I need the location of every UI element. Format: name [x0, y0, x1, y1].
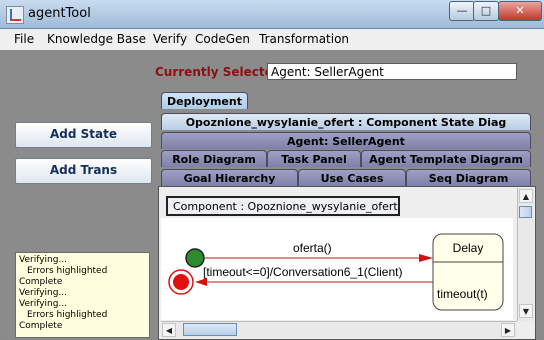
minimize-button[interactable]: —: [449, 1, 475, 21]
tab-component-state-diagram[interactable]: Opoznione_wysylanie_ofert : Component St…: [161, 113, 531, 130]
tab-use-cases[interactable]: Use Cases: [298, 169, 406, 186]
log-line: Verifying...: [19, 288, 68, 298]
tab-role-diagram[interactable]: Role Diagram: [161, 150, 267, 167]
tab-task-panel[interactable]: Task Panel: [267, 150, 361, 167]
vertical-scrollbar[interactable]: ▲ ▼: [517, 188, 534, 321]
end-state-node[interactable]: [173, 274, 189, 290]
tab-goal-hierarchy[interactable]: Goal Hierarchy: [161, 169, 298, 186]
state-delay-name: Delay: [453, 241, 484, 255]
maximize-button[interactable]: □: [473, 1, 499, 21]
left-panel: Add State Add Trans Verifying... Errors …: [3, 52, 153, 338]
transition-label-timeout: [timeout<=0]/Conversation6_1(Client): [203, 265, 402, 279]
tab-deployment[interactable]: Deployment: [161, 92, 248, 109]
log-line: Verifying...: [19, 299, 68, 309]
log-line: Verifying...: [19, 255, 68, 265]
app-window: agentTool — □ ✕ File Knowledge Base Veri…: [0, 0, 544, 340]
scroll-right-button[interactable]: ▶: [501, 323, 515, 337]
log-line: Complete: [19, 277, 63, 287]
diagram-panel: Component : Opoznione_wysylanie_ofert of…: [158, 186, 536, 340]
menu-transformation[interactable]: Transformation: [259, 32, 349, 46]
transition-arrowhead-oferta: [419, 254, 433, 262]
transition-label-oferta: oferta(): [293, 241, 332, 255]
scroll-down-button[interactable]: ▼: [519, 304, 533, 318]
menu-knowledge-base[interactable]: Knowledge Base: [47, 32, 146, 46]
main-body: Add State Add Trans Verifying... Errors …: [3, 52, 541, 340]
menu-codegen[interactable]: CodeGen: [195, 32, 250, 46]
menu-file[interactable]: File: [14, 32, 34, 46]
scroll-left-button[interactable]: ◀: [162, 323, 176, 337]
menu-verify[interactable]: Verify: [153, 32, 187, 46]
tab-agent-selleragent[interactable]: Agent: SellerAgent: [161, 132, 531, 149]
vertical-scroll-thumb[interactable]: [519, 206, 532, 218]
add-trans-button[interactable]: Add Trans: [15, 158, 152, 184]
close-button[interactable]: ✕: [498, 1, 542, 21]
horizontal-scrollbar[interactable]: ◀ ▶: [161, 321, 517, 338]
menu-bar: File Knowledge Base Verify CodeGen Trans…: [0, 29, 544, 50]
message-log: Verifying... Errors highlighted Complete…: [15, 252, 150, 338]
component-label: Component : Opoznione_wysylanie_ofert: [166, 196, 400, 216]
scroll-up-button[interactable]: ▲: [519, 189, 533, 203]
start-state-node[interactable]: [185, 248, 205, 268]
currently-selected-label: Currently Selected: [155, 65, 282, 79]
state-delay-activity: timeout(t): [437, 287, 488, 301]
title-bar: agentTool — □ ✕: [0, 0, 544, 29]
tab-agent-template-diagram[interactable]: Agent Template Diagram: [361, 150, 531, 167]
transition-arrowhead-timeout: [195, 278, 207, 286]
horizontal-scroll-thumb[interactable]: [183, 323, 237, 336]
currently-selected-field[interactable]: Agent: SellerAgent: [267, 63, 517, 80]
log-line: Errors highlighted: [27, 266, 108, 276]
window-title: agentTool: [28, 6, 91, 21]
tab-seq-diagram[interactable]: Seq Diagram: [406, 169, 531, 186]
add-state-button[interactable]: Add State: [15, 122, 152, 148]
log-line: Complete: [19, 321, 63, 331]
log-line: Errors highlighted: [27, 310, 108, 320]
app-icon: [6, 6, 24, 24]
state-diagram-canvas[interactable]: oferta() [timeout<=0]/Conversation6_1(Cl…: [161, 218, 513, 320]
